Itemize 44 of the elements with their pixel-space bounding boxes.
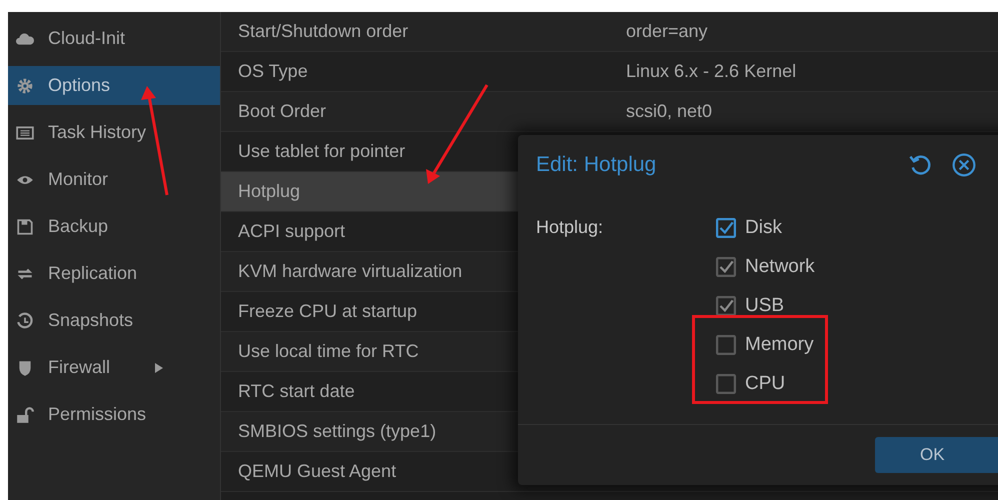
sidebar-item[interactable]: Task History — [8, 109, 220, 156]
ok-button[interactable]: OK — [875, 437, 998, 473]
option-name: Boot Order — [238, 101, 326, 122]
option-name: Hotplug — [238, 181, 300, 202]
option-name: OS Type — [238, 61, 308, 82]
option-name: ACPI support — [238, 221, 346, 242]
checkbox-label: Disk — [745, 217, 782, 239]
option-name: Start/Shutdown order — [238, 21, 408, 42]
sidebar-item[interactable]: Backup — [8, 203, 220, 250]
checkbox[interactable] — [716, 257, 736, 277]
sidebar-item[interactable]: Monitor — [8, 156, 220, 203]
checkbox-label: USB — [745, 295, 784, 317]
checkbox[interactable] — [716, 374, 736, 394]
list-icon — [16, 124, 34, 142]
dialog-title: Edit: Hotplug — [536, 153, 658, 177]
sidebar-item[interactable]: Firewall — [8, 344, 220, 391]
option-name: SMBIOS settings (type1) — [238, 421, 436, 442]
option-value: Linux 6.x - 2.6 Kernel — [626, 61, 796, 82]
option-value: scsi0, net0 — [626, 101, 712, 122]
option-name: RTC start date — [238, 381, 355, 402]
checkbox[interactable] — [716, 335, 736, 355]
checkbox-label: Memory — [745, 334, 814, 356]
option-name: Use local time for RTC — [238, 341, 419, 362]
padlock-icon — [16, 406, 34, 424]
option-name: QEMU Guest Agent — [238, 461, 396, 482]
option-value: order=any — [626, 21, 708, 42]
close-icon[interactable] — [952, 153, 976, 177]
field-label: Hotplug: — [536, 217, 604, 239]
option-name: KVM hardware virtualization — [238, 261, 462, 282]
checkbox[interactable] — [716, 218, 736, 238]
option-name: Use tablet for pointer — [238, 141, 406, 162]
sidebar-item[interactable]: Cloud-Init — [8, 15, 220, 62]
checkbox[interactable] — [716, 296, 736, 316]
checkbox-label: CPU — [745, 373, 786, 395]
checkbox-label: Network — [745, 256, 815, 278]
option-name: Freeze CPU at startup — [238, 301, 418, 322]
sidebar-item[interactable]: Snapshots — [8, 297, 220, 344]
option-row[interactable]: Boot Order scsi0, net0 — [221, 92, 998, 132]
sidebar-item[interactable]: Replication — [8, 250, 220, 297]
gear-icon — [16, 76, 34, 94]
option-row[interactable]: Start/Shutdown order order=any — [221, 12, 998, 52]
sidebar-item[interactable]: Permissions — [8, 391, 220, 438]
sidebar-item[interactable]: Options — [8, 66, 220, 105]
reset-icon[interactable] — [908, 153, 932, 177]
